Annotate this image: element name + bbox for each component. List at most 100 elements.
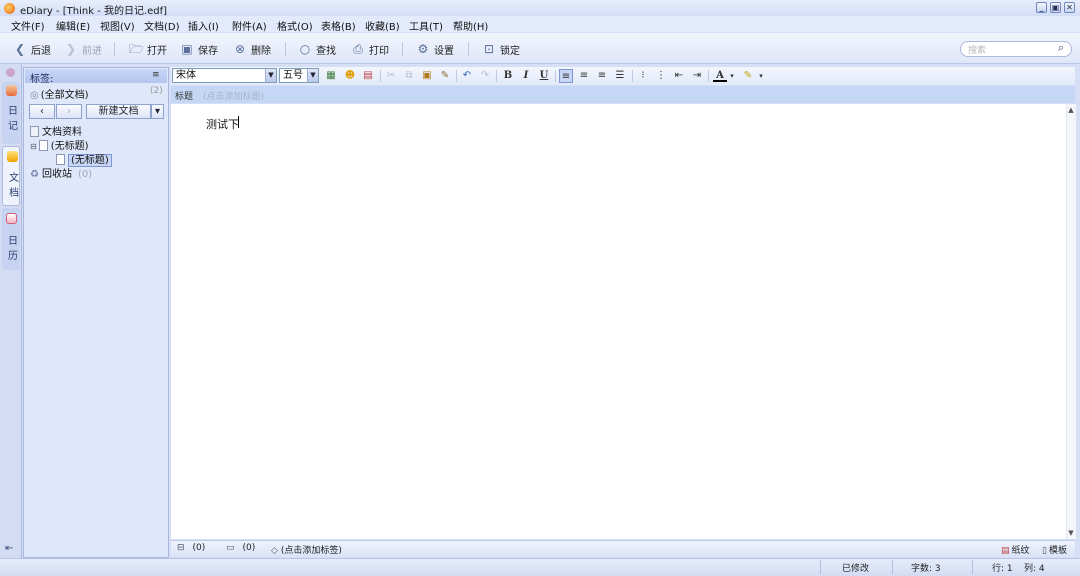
menu-help[interactable]: 帮助(H) [453, 18, 488, 33]
add-tag-button[interactable]: ◇ (点击添加标签) [271, 543, 342, 556]
tags-menu-icon[interactable]: ≡ [152, 70, 160, 80]
find-button[interactable]: ○ 查找 [298, 41, 336, 57]
recycle-bin-item[interactable]: ♻ 回收站 (0) [30, 165, 92, 180]
tab-diary[interactable]: 日 记 [2, 82, 20, 144]
forward-label: 前进 [82, 45, 102, 57]
search-icon: ○ [299, 42, 311, 56]
find-label: 查找 [316, 45, 336, 57]
menu-file[interactable]: 文件(F) [11, 18, 45, 33]
delete-button[interactable]: ⊗ 删除 [233, 41, 271, 57]
tab-document[interactable]: 文 档 [2, 146, 20, 206]
all-documents-item[interactable]: ◎ (全部文档) [30, 86, 89, 101]
paper-label: 纸纹 [1011, 546, 1030, 556]
scroll-down-icon[interactable]: ▼ [1067, 529, 1075, 537]
title-input[interactable]: (点击添加标题) [203, 89, 264, 102]
gear-icon: ⚙ [417, 42, 429, 56]
paper-texture-button[interactable]: ▤ 纸纹 [1001, 543, 1030, 556]
insert-emoticon-icon[interactable]: ☻ [343, 69, 357, 83]
format-painter-icon[interactable]: ✎ [438, 69, 452, 83]
attachment-count: (0) [192, 543, 206, 553]
tag-icon: ◇ [271, 546, 278, 556]
app-logo-icon [4, 3, 15, 14]
delete-label: 删除 [251, 45, 271, 57]
menu-attachment[interactable]: 附件(A) [232, 18, 267, 33]
tab-calendar[interactable]: 日 历 [2, 208, 20, 270]
comment-button[interactable]: ▭ (0) [226, 543, 255, 553]
prev-document-button[interactable]: ‹ [29, 104, 55, 119]
status-separator [972, 560, 973, 574]
underline-button[interactable]: U [537, 69, 551, 83]
chevron-down-icon[interactable]: ▾ [728, 69, 736, 83]
back-button[interactable]: ❮ 后退 [13, 41, 51, 57]
chevron-down-icon[interactable]: ▼ [265, 69, 276, 82]
align-left-icon[interactable]: ≡ [559, 69, 573, 83]
tab-document-char: 档 [9, 188, 19, 199]
chevron-down-icon[interactable]: ▾ [757, 69, 765, 83]
close-button[interactable]: ✕ [1064, 2, 1075, 13]
italic-button[interactable]: I [519, 69, 533, 83]
align-justify-icon[interactable]: ☰ [613, 69, 627, 83]
bold-button[interactable]: B [501, 69, 515, 83]
settings-button[interactable]: ⚙ 设置 [416, 41, 454, 57]
tab-diary-char: 日 [8, 106, 18, 117]
copy-icon[interactable]: ⧉ [402, 69, 416, 83]
search-icon[interactable]: ⌕ [1054, 41, 1068, 55]
toolbar-separator [468, 42, 469, 56]
scroll-up-icon[interactable]: ▲ [1067, 106, 1075, 114]
insert-table-icon[interactable]: ▤ [361, 69, 375, 83]
indent-icon[interactable]: ⇥ [690, 69, 704, 83]
attachment-button[interactable]: ⊟ (0) [177, 543, 205, 553]
menu-view[interactable]: 视图(V) [100, 18, 135, 33]
tab-document-char: 文 [9, 173, 19, 184]
recycle-bin-icon: ♻ [30, 169, 39, 180]
paste-icon[interactable]: ▣ [420, 69, 434, 83]
delete-icon: ⊗ [234, 42, 246, 56]
align-right-icon[interactable]: ≡ [595, 69, 609, 83]
bullet-list-icon[interactable]: ⁝ [636, 69, 650, 83]
font-family-select[interactable]: 宋体 [172, 68, 277, 83]
save-button[interactable]: ▣ 保存 [180, 41, 218, 57]
template-icon: ▯ [1042, 546, 1047, 556]
open-button[interactable]: 🗁 打开 [129, 41, 167, 57]
template-button[interactable]: ▯ 模板 [1042, 543, 1067, 556]
insert-image-icon[interactable]: ▦ [324, 69, 338, 83]
numbered-list-icon[interactable]: ⋮ [654, 69, 668, 83]
menu-table[interactable]: 表格(B) [321, 18, 356, 33]
search-placeholder: 搜索 [968, 46, 987, 56]
main-toolbar: ❮ 后退 ❯ 前进 🗁 打开 ▣ 保存 ⊗ 删除 ○ 查找 ⎙ 打印 ⚙ 设置 ⊡ 锁定 [0, 33, 1080, 64]
back-label: 后退 [31, 45, 51, 57]
undo-icon[interactable]: ↶ [460, 69, 474, 83]
align-center-icon[interactable]: ≡ [577, 69, 591, 83]
menu-insert[interactable]: 插入(I) [188, 18, 219, 33]
attachment-icon: ⊟ [177, 543, 185, 553]
new-document-button[interactable]: 新建文档 [86, 104, 151, 119]
print-button[interactable]: ⎙ 打印 [351, 41, 389, 57]
menu-format[interactable]: 格式(O) [277, 18, 313, 33]
cut-icon[interactable]: ✂ [384, 69, 398, 83]
minimize-button[interactable]: _ [1036, 2, 1047, 13]
menu-favorites[interactable]: 收藏(B) [365, 18, 400, 33]
highlight-icon[interactable]: ✎ [741, 69, 755, 83]
editor-content[interactable]: 测试下 [206, 116, 239, 132]
editor-area[interactable] [171, 104, 1066, 539]
restore-button[interactable]: ▣ [1050, 2, 1061, 13]
menu-edit[interactable]: 编辑(E) [56, 18, 90, 33]
tree-folder[interactable]: 文档资料 [30, 123, 82, 138]
tab-calendar-char: 日 [8, 236, 18, 247]
chevron-down-icon[interactable]: ▼ [307, 69, 318, 82]
forward-button[interactable]: ❯ 前进 [64, 41, 102, 57]
collapse-toggle-icon[interactable]: ⊟ [30, 142, 37, 151]
redo-icon[interactable]: ↷ [478, 69, 492, 83]
new-document-dropdown[interactable]: ▾ [151, 104, 164, 119]
vertical-scrollbar[interactable] [1066, 104, 1076, 539]
next-document-button[interactable]: › [56, 104, 82, 119]
modified-status: 已修改 [842, 564, 870, 574]
tree-item-selected[interactable]: (无标题) [56, 151, 112, 167]
outdent-icon[interactable]: ⇤ [672, 69, 686, 83]
lock-button[interactable]: ⊡ 锁定 [482, 41, 520, 57]
font-color-button[interactable]: A [713, 69, 727, 82]
menu-tools[interactable]: 工具(T) [409, 18, 443, 33]
menu-document[interactable]: 文档(D) [144, 18, 180, 33]
tree-item[interactable]: ⊟ (无标题) [30, 137, 89, 152]
collapse-panel-icon[interactable]: ⇤ [5, 543, 13, 554]
